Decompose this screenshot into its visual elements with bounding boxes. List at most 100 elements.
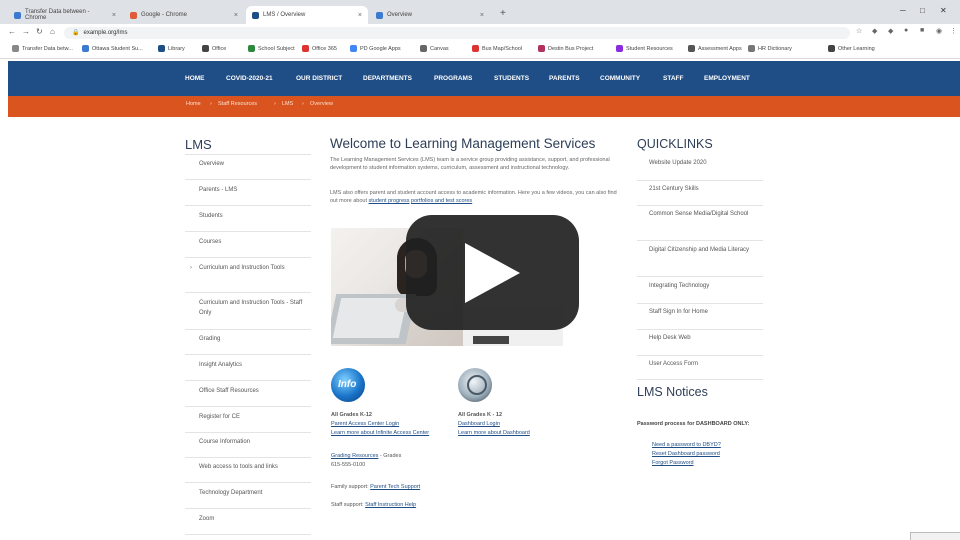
quicklink-item[interactable]: Website Update 2020	[637, 159, 763, 181]
bookmark-item[interactable]: Library	[158, 45, 185, 52]
close-icon[interactable]: ×	[112, 12, 116, 19]
browser-tab-active[interactable]: LMS / Overview ×	[246, 6, 368, 24]
sidebar-item[interactable]: Course Information	[185, 437, 311, 458]
bookmark-item[interactable]: Bus Map/School	[472, 45, 522, 52]
nav-item[interactable]: COMMUNITY	[600, 75, 640, 82]
sidebar-item[interactable]: Curriculum and Instruction Tools - Staff…	[185, 298, 311, 330]
address-bar[interactable]: 🔒 example.org/lms	[64, 27, 850, 39]
quicklink-item[interactable]: User Access Form	[637, 360, 763, 380]
breadcrumb-item[interactable]: Staff Resources	[218, 101, 257, 107]
bookmark-item[interactable]: HR Dictionary	[748, 45, 792, 52]
learn-infinite-link[interactable]: Learn more about Infinite Access Center	[331, 430, 429, 436]
notice-link[interactable]: Reset Dashboard password	[652, 451, 720, 457]
sidebar-item[interactable]: Parents - LMS	[185, 185, 311, 206]
extension-icon[interactable]: ●	[904, 27, 908, 34]
quicklink-item[interactable]: Common Sense Media/Digital School	[637, 210, 763, 241]
breadcrumb-item[interactable]: Home	[186, 101, 201, 107]
maximize-icon[interactable]: □	[920, 6, 925, 15]
info-badge-icon[interactable]: Info	[331, 368, 365, 402]
nav-item[interactable]: PARENTS	[549, 75, 580, 82]
staff-instruction-link[interactable]: Staff Instruction Help	[365, 502, 416, 508]
sidebar-item[interactable]: Insight Analytics	[185, 360, 311, 381]
nav-item[interactable]: EMPLOYMENT	[704, 75, 750, 82]
close-icon[interactable]: ×	[480, 12, 484, 19]
browser-tab[interactable]: Transfer Data between - Chrome ×	[8, 6, 122, 24]
bookmark-item[interactable]: Student Resources	[616, 45, 673, 52]
sidebar-item[interactable]: Web access to tools and links	[185, 462, 311, 483]
window-close-icon[interactable]: ✕	[940, 6, 947, 15]
nav-item[interactable]: COVID-2020-21	[226, 75, 273, 82]
bookmark-item[interactable]: Assessment Apps	[688, 45, 742, 52]
notice-link[interactable]: Forgot Password	[652, 460, 694, 466]
grading-resources-link[interactable]: Grading Resources	[331, 453, 378, 459]
bookmark-item[interactable]: Office 365	[302, 45, 337, 52]
nav-item[interactable]: STUDENTS	[494, 75, 529, 82]
breadcrumb: Home › Staff Resources › LMS › Overview	[8, 96, 960, 117]
forward-icon[interactable]: →	[22, 27, 30, 36]
quicklink-item[interactable]: Integrating Technology	[637, 282, 763, 304]
sidebar-item[interactable]: Overview	[185, 159, 311, 180]
close-icon[interactable]: ×	[358, 12, 362, 19]
parent-tech-support-link[interactable]: Parent Tech Support	[370, 484, 420, 490]
home-icon[interactable]: ⌂	[50, 27, 55, 36]
profile-icon[interactable]: ◉	[936, 27, 942, 35]
nav-item[interactable]: STAFF	[663, 75, 683, 82]
dashboard-login-link[interactable]: Dashboard Login	[458, 421, 500, 427]
bookmark-item[interactable]: Canvas	[420, 45, 449, 52]
extension-icon[interactable]: ■	[920, 27, 924, 34]
sidebar-item[interactable]: Grading	[185, 334, 311, 355]
bookmarks-bar: Transfer Data betw... Ottawa Student Su..…	[0, 42, 960, 59]
bookmark-item[interactable]: Office	[202, 45, 226, 52]
extension-icon[interactable]: ◆	[888, 27, 893, 35]
notice-link[interactable]: Need a password to DBYD?	[652, 442, 721, 448]
sidebar-item[interactable]: Zoom	[185, 514, 311, 535]
bookmark-favicon-icon	[420, 45, 427, 52]
divider	[185, 154, 311, 155]
dash-grades: All Grades K - 12	[458, 412, 503, 418]
sidebar-item[interactable]: Office Staff Resources	[185, 386, 311, 407]
bookmark-item[interactable]: Other Learning	[828, 45, 875, 52]
nav-item[interactable]: PROGRAMS	[434, 75, 472, 82]
nav-item[interactable]: HOME	[185, 75, 205, 82]
sidebar-item[interactable]: Technology Department	[185, 488, 311, 509]
breadcrumb-item[interactable]: Overview	[310, 101, 333, 107]
globe-badge-icon[interactable]	[458, 368, 492, 402]
sidebar-item[interactable]: Courses	[185, 237, 311, 258]
bookmark-item[interactable]: Ottawa Student Su...	[82, 45, 143, 52]
portfolios-link[interactable]: portfolios and test scores	[411, 198, 472, 204]
bookmark-label: School Subject	[258, 45, 295, 52]
nav-item[interactable]: OUR DISTRICT	[296, 75, 342, 82]
reload-icon[interactable]: ↻	[36, 27, 43, 36]
extension-icon[interactable]: ◆	[872, 27, 877, 35]
breadcrumb-separator-icon: ›	[210, 101, 212, 107]
browser-tab[interactable]: Overview ×	[370, 6, 490, 24]
quicklink-item[interactable]: Help Desk Web	[637, 334, 763, 356]
quicklink-item[interactable]: 21st Century Skills	[637, 185, 763, 206]
bookmark-label: Destin Bus Project	[548, 45, 594, 52]
new-tab-button[interactable]: +	[500, 8, 506, 19]
breadcrumb-item[interactable]: LMS	[282, 101, 293, 107]
quicklink-item[interactable]: Digital Citizenship and Media Literacy	[637, 246, 763, 277]
bookmark-item[interactable]: Transfer Data betw...	[12, 45, 73, 52]
quicklink-item[interactable]: Staff Sign In for Home	[637, 308, 763, 330]
back-icon[interactable]: ←	[8, 27, 16, 36]
bookmark-item[interactable]: Destin Bus Project	[538, 45, 593, 52]
learn-dashboard-link[interactable]: Learn more about Dashboard	[458, 430, 530, 436]
menu-icon[interactable]: ⋮	[950, 27, 957, 35]
minimize-icon[interactable]: ─	[900, 6, 906, 15]
play-icon[interactable]	[465, 243, 520, 303]
sidebar-item[interactable]: Students	[185, 211, 311, 232]
parent-access-link[interactable]: Parent Access Center Login	[331, 421, 399, 427]
bookmark-item[interactable]: PD Google Apps	[350, 45, 401, 52]
info-link-row: Learn more about Infinite Access Center	[331, 430, 429, 437]
sidebar-item-label: Course Information	[199, 439, 251, 445]
video-frame: Transfer Data between - Chrome × Google …	[0, 0, 960, 540]
close-icon[interactable]: ×	[234, 12, 238, 19]
browser-tab[interactable]: Google - Chrome ×	[124, 6, 244, 24]
student-progress-link[interactable]: student progress	[369, 198, 410, 204]
bookmark-item[interactable]: School Subject	[248, 45, 295, 52]
sidebar-item[interactable]: › Curriculum and Instruction Tools	[185, 263, 311, 293]
sidebar-item[interactable]: Register for CE	[185, 412, 311, 433]
nav-item[interactable]: DEPARTMENTS	[363, 75, 412, 82]
star-icon[interactable]: ☆	[856, 27, 862, 35]
